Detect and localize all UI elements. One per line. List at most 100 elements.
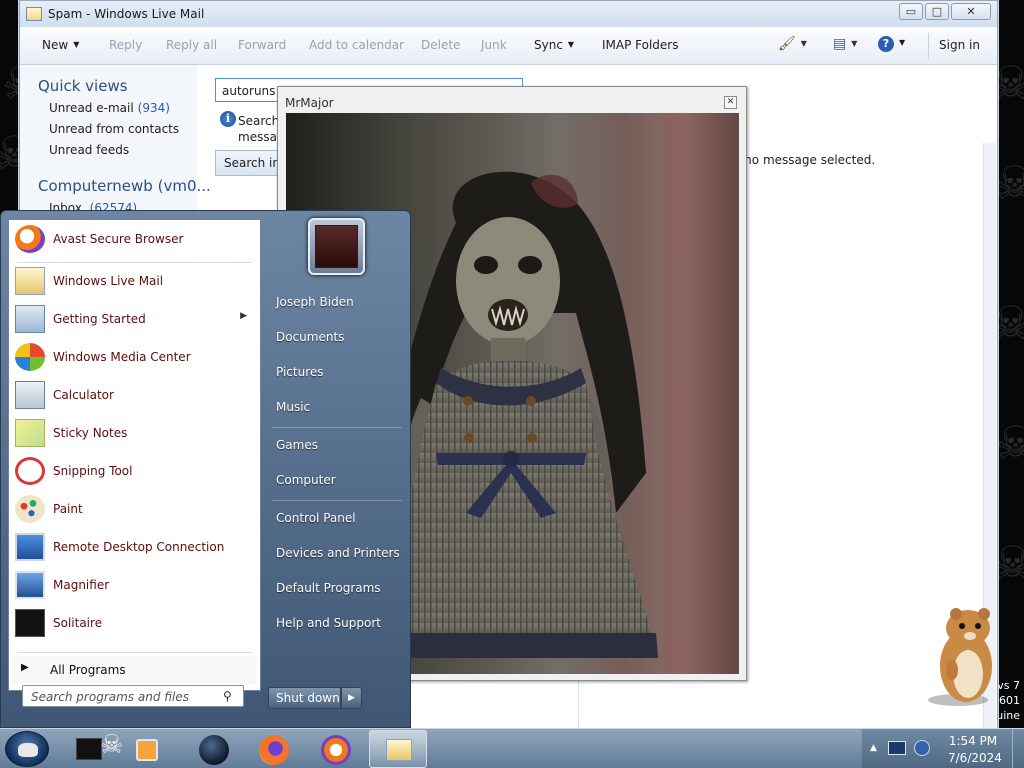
- all-programs-divider: [17, 652, 252, 653]
- start-item-avast-browser[interactable]: Avast Secure Browser: [12, 222, 257, 256]
- delete-button[interactable]: Delete: [421, 38, 460, 52]
- start-right-control-panel[interactable]: Control Panel: [276, 511, 356, 525]
- search-value: autoruns: [222, 84, 276, 98]
- quick-view-label: Unread e-mail: [49, 101, 134, 115]
- taskbar-firefox[interactable]: [245, 730, 303, 768]
- folder-pane: Quick views Unread e-mail (934) Unread fr…: [20, 65, 211, 215]
- clock-time[interactable]: 1:54 PM: [948, 734, 998, 748]
- start-item-label: Magnifier: [53, 578, 110, 592]
- start-item-label: Windows Live Mail: [53, 274, 164, 288]
- start-item-solitaire[interactable]: Solitaire: [12, 606, 257, 640]
- minimize-button[interactable]: ▭: [899, 3, 923, 20]
- start-item-label: Remote Desktop Connection: [53, 540, 225, 554]
- start-item-label: Solitaire: [53, 616, 103, 630]
- title-bar[interactable]: Spam - Windows Live Mail ▭ □ ✕: [20, 1, 997, 27]
- close-button[interactable]: ✕: [951, 3, 991, 20]
- media-center-icon: [15, 343, 45, 371]
- skull-wallpaper-icon: ☠: [994, 156, 1024, 210]
- taskbar: ☠ ▲ 1:54 PM 7/6/2024: [0, 728, 1024, 768]
- quick-views-heading[interactable]: Quick views: [38, 77, 128, 95]
- arrow-right-icon: ▶: [21, 662, 29, 673]
- chevron-down-icon: ▼: [800, 39, 807, 48]
- chevron-down-icon: ▼: [851, 39, 858, 48]
- security-tray-icon[interactable]: [914, 740, 930, 756]
- start-item-snipping-tool[interactable]: Snipping Tool: [12, 454, 257, 488]
- taskbar-avast-browser[interactable]: [307, 730, 365, 768]
- help-button[interactable]: ? ▼: [878, 36, 905, 52]
- shut-down-button[interactable]: Shut down: [268, 687, 341, 709]
- start-right-devices-and-printers[interactable]: Devices and Printers: [276, 546, 400, 560]
- add-to-calendar-button[interactable]: Add to calendar: [309, 38, 404, 52]
- user-avatar[interactable]: [308, 218, 365, 275]
- start-right-help-and-support[interactable]: Help and Support: [276, 616, 381, 630]
- firefox-icon: [259, 735, 289, 765]
- window-title: Spam - Windows Live Mail: [48, 7, 205, 21]
- clock-date[interactable]: 7/6/2024: [948, 751, 1002, 765]
- taskbar-media-player[interactable]: [126, 730, 166, 768]
- start-right-music[interactable]: Music: [276, 400, 310, 414]
- start-right-games[interactable]: Games: [276, 438, 318, 452]
- show-desktop-button[interactable]: [1012, 729, 1024, 768]
- imap-folders-button[interactable]: IMAP Folders: [602, 38, 679, 52]
- windows-logo-icon: [18, 743, 38, 757]
- terminal-icon: [76, 738, 102, 760]
- sync-button[interactable]: Sync ▼: [534, 38, 574, 52]
- quick-view-unread-feeds[interactable]: Unread feeds: [49, 143, 129, 157]
- dark-globe-icon: [199, 735, 229, 765]
- start-right-divider: [272, 500, 402, 501]
- start-right-computer[interactable]: Computer: [276, 473, 336, 487]
- new-button[interactable]: New ▼: [42, 38, 79, 52]
- calculator-icon: [15, 381, 45, 409]
- all-programs-button[interactable]: ▶ All Programs: [12, 656, 257, 684]
- taskbar-dark-globe[interactable]: [185, 730, 243, 768]
- forward-button[interactable]: Forward: [238, 38, 286, 52]
- taskbar-skull-app[interactable]: ☠: [72, 730, 130, 768]
- solitaire-icon: [15, 609, 45, 637]
- snipping-tool-icon: [15, 457, 45, 485]
- close-icon[interactable]: ✕: [724, 96, 737, 109]
- quick-view-unread-from-contacts[interactable]: Unread from contacts: [49, 122, 179, 136]
- start-item-windows-live-mail[interactable]: Windows Live Mail: [12, 264, 257, 298]
- account-heading[interactable]: Computernewb (vm0...: [38, 177, 211, 195]
- start-right-default-programs[interactable]: Default Programs: [276, 581, 381, 595]
- maximize-button[interactable]: □: [925, 3, 949, 20]
- all-programs-label: All Programs: [50, 663, 126, 677]
- avast-browser-icon: [15, 225, 45, 253]
- search-icon: ⚲: [223, 689, 232, 703]
- hamster-desktop-pet[interactable]: [922, 600, 1008, 710]
- live-mail-icon: [26, 7, 42, 21]
- show-hidden-icons-arrow[interactable]: ▲: [870, 743, 877, 753]
- reply-button[interactable]: Reply: [109, 38, 142, 52]
- start-item-sticky-notes[interactable]: Sticky Notes: [12, 416, 257, 450]
- avast-browser-icon: [321, 735, 351, 765]
- start-right-documents[interactable]: Documents: [276, 330, 344, 344]
- start-item-magnifier[interactable]: Magnifier: [12, 568, 257, 602]
- start-item-calculator[interactable]: Calculator: [12, 378, 257, 412]
- help-icon: ?: [878, 36, 894, 52]
- unread-count: (934): [137, 101, 170, 115]
- taskbar-windows-live-mail[interactable]: [369, 730, 427, 768]
- shut-down-options-arrow[interactable]: ▶: [341, 687, 362, 709]
- start-item-windows-media-center[interactable]: Windows Media Center: [12, 340, 257, 374]
- start-item-paint[interactable]: Paint: [12, 492, 257, 526]
- sign-in-button[interactable]: Sign in: [939, 38, 980, 52]
- start-right-user[interactable]: Joseph Biden: [276, 295, 354, 309]
- start-item-getting-started[interactable]: Getting Started ▶: [12, 302, 257, 336]
- remote-desktop-icon: [15, 533, 45, 561]
- notification-area: ▲ 1:54 PM 7/6/2024: [862, 729, 1024, 768]
- junk-button[interactable]: Junk: [481, 38, 507, 52]
- paintbrush-icon[interactable]: 🖌 ▼: [778, 36, 807, 52]
- network-icon[interactable]: [888, 741, 906, 755]
- start-right-pictures[interactable]: Pictures: [276, 365, 324, 379]
- sync-label: Sync: [534, 38, 563, 52]
- reply-all-button[interactable]: Reply all: [166, 38, 217, 52]
- start-item-label: Paint: [53, 502, 83, 516]
- quick-view-unread-email[interactable]: Unread e-mail (934): [49, 101, 170, 115]
- start-item-label: Snipping Tool: [53, 464, 133, 478]
- start-item-remote-desktop-connection[interactable]: Remote Desktop Connection: [12, 530, 257, 564]
- start-search-input[interactable]: Search programs and files ⚲: [22, 685, 244, 707]
- layout-menu-icon[interactable]: ▤ ▼: [833, 36, 857, 52]
- search-placeholder: Search programs and files: [31, 690, 189, 704]
- start-button[interactable]: [5, 731, 49, 767]
- pinned-divider: [17, 262, 252, 263]
